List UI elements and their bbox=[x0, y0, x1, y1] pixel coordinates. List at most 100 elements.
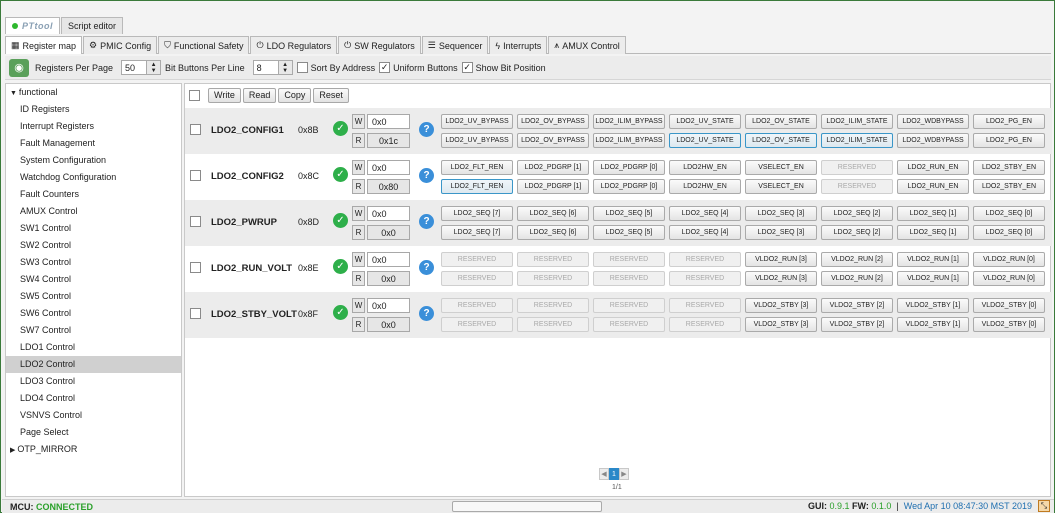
expand-down-icon[interactable]: ▼ bbox=[10, 90, 19, 97]
read-bit-button[interactable]: LDO2_OV_STATE bbox=[745, 133, 817, 148]
write-bit-button[interactable]: LDO2_SEQ [3] bbox=[745, 206, 817, 221]
select-all-checkbox[interactable] bbox=[189, 89, 200, 101]
write-bit-button[interactable]: LDO2_UV_BYPASS bbox=[441, 114, 513, 129]
write-bit-button[interactable]: LDO2_OV_STATE bbox=[745, 114, 817, 129]
read-bit-button[interactable]: LDO2_RUN_EN bbox=[897, 179, 969, 194]
view-toggle-icon[interactable]: ◉ bbox=[9, 58, 29, 77]
write-bit-button[interactable]: LDO2HW_EN bbox=[669, 160, 741, 175]
read-bit-button[interactable]: LDO2_SEQ [2] bbox=[821, 225, 893, 240]
resize-grip-icon[interactable]: ⤡ bbox=[1038, 500, 1050, 512]
write-bit-button[interactable]: LDO2_SEQ [5] bbox=[593, 206, 665, 221]
write-bit-button[interactable]: VLDO2_RUN [2] bbox=[821, 252, 893, 267]
read-bit-button[interactable]: LDO2_UV_STATE bbox=[669, 133, 741, 148]
sidebar-item[interactable]: LDO4 Control bbox=[6, 390, 181, 407]
read-bit-button[interactable]: VLDO2_STBY [0] bbox=[973, 317, 1045, 332]
sidebar-item[interactable]: SW5 Control bbox=[6, 288, 181, 305]
write-bit-button[interactable]: LDO2_SEQ [0] bbox=[973, 206, 1045, 221]
register-checkbox[interactable] bbox=[190, 262, 201, 273]
write-register-button[interactable]: W bbox=[352, 252, 365, 267]
write-bit-button[interactable]: LDO2_FLT_REN bbox=[441, 160, 513, 175]
sidebar-item[interactable]: LDO3 Control bbox=[6, 373, 181, 390]
read-bit-button[interactable]: LDO2_SEQ [4] bbox=[669, 225, 741, 240]
write-bit-button[interactable]: LDO2_ILIM_BYPASS bbox=[593, 114, 665, 129]
read-bit-button[interactable]: LDO2_SEQ [5] bbox=[593, 225, 665, 240]
read-bit-button[interactable]: LDO2_PG_EN bbox=[973, 133, 1045, 148]
copy-button[interactable]: Copy bbox=[278, 87, 312, 103]
read-bit-button[interactable]: VLDO2_STBY [3] bbox=[745, 317, 817, 332]
sidebar-item[interactable]: LDO2 Control bbox=[6, 356, 181, 373]
register-checkbox[interactable] bbox=[190, 216, 201, 227]
bits-per-line-spinner[interactable]: 8 ▲ ▼ bbox=[252, 60, 293, 75]
tab-sw-regulators[interactable]: ⏻ SW Regulators bbox=[338, 36, 421, 54]
write-value-input[interactable]: 0x0 bbox=[367, 114, 410, 129]
read-bit-button[interactable]: LDO2_STBY_EN bbox=[973, 179, 1045, 194]
read-bit-button[interactable]: VLDO2_STBY [1] bbox=[897, 317, 969, 332]
sidebar-item[interactable]: Fault Counters bbox=[6, 186, 181, 203]
sidebar-item[interactable]: ID Registers bbox=[6, 101, 181, 118]
help-icon[interactable]: ? bbox=[419, 306, 434, 321]
bits-per-line-value[interactable]: 8 bbox=[252, 60, 279, 75]
read-bit-button[interactable]: LDO2_FLT_REN bbox=[441, 179, 513, 194]
read-bit-button[interactable]: LDO2HW_EN bbox=[669, 179, 741, 194]
write-button[interactable]: Write bbox=[208, 87, 241, 103]
tab-script-editor[interactable]: Script editor bbox=[61, 17, 124, 34]
write-register-button[interactable]: W bbox=[352, 160, 365, 175]
write-value-input[interactable]: 0x0 bbox=[367, 252, 410, 267]
read-bit-button[interactable]: VLDO2_RUN [0] bbox=[973, 271, 1045, 286]
read-bit-button[interactable]: LDO2_SEQ [3] bbox=[745, 225, 817, 240]
sidebar-item[interactable]: AMUX Control bbox=[6, 203, 181, 220]
write-value-input[interactable]: 0x0 bbox=[367, 160, 410, 175]
read-bit-button[interactable]: LDO2_ILIM_STATE bbox=[821, 133, 893, 148]
write-bit-button[interactable]: VLDO2_STBY [0] bbox=[973, 298, 1045, 313]
write-bit-button[interactable]: VLDO2_RUN [3] bbox=[745, 252, 817, 267]
sidebar-item[interactable]: SW7 Control bbox=[6, 322, 181, 339]
write-value-input[interactable]: 0x0 bbox=[367, 298, 410, 313]
help-icon[interactable]: ? bbox=[419, 122, 434, 137]
sidebar-item[interactable]: LDO1 Control bbox=[6, 339, 181, 356]
sidebar-item[interactable]: Fault Management bbox=[6, 135, 181, 152]
spinner-arrows-icon[interactable]: ▲ ▼ bbox=[147, 60, 162, 75]
sidebar-item[interactable]: System Configuration bbox=[6, 152, 181, 169]
write-bit-button[interactable]: LDO2_OV_BYPASS bbox=[517, 114, 589, 129]
read-bit-button[interactable]: LDO2_WDBYPASS bbox=[897, 133, 969, 148]
read-bit-button[interactable]: LDO2_PDGRP [1] bbox=[517, 179, 589, 194]
sort-by-address-checkbox[interactable] bbox=[296, 62, 308, 73]
read-bit-button[interactable]: VSELECT_EN bbox=[745, 179, 817, 194]
write-bit-button[interactable]: VLDO2_STBY [3] bbox=[745, 298, 817, 313]
read-bit-button[interactable]: LDO2_PDGRP [0] bbox=[593, 179, 665, 194]
write-bit-button[interactable]: VLDO2_RUN [1] bbox=[897, 252, 969, 267]
write-bit-button[interactable]: VLDO2_STBY [1] bbox=[897, 298, 969, 313]
write-bit-button[interactable]: VLDO2_RUN [0] bbox=[973, 252, 1045, 267]
pager-current-page[interactable]: 1 bbox=[609, 468, 619, 480]
sidebar-item[interactable]: SW2 Control bbox=[6, 237, 181, 254]
read-bit-button[interactable]: LDO2_SEQ [6] bbox=[517, 225, 589, 240]
read-bit-button[interactable]: LDO2_SEQ [7] bbox=[441, 225, 513, 240]
tab-pttool[interactable]: PTtool bbox=[5, 17, 60, 34]
tab-register-map[interactable]: ▦ Register map bbox=[5, 36, 83, 54]
read-register-button[interactable]: R bbox=[352, 225, 365, 240]
read-register-button[interactable]: R bbox=[352, 271, 365, 286]
write-bit-button[interactable]: LDO2_PDGRP [0] bbox=[593, 160, 665, 175]
regs-per-page-spinner[interactable]: 50 ▲ ▼ bbox=[121, 60, 162, 75]
show-bit-position-checkbox[interactable]: ✓ bbox=[461, 62, 473, 73]
register-checkbox[interactable] bbox=[190, 124, 201, 135]
sidebar-item[interactable]: SW1 Control bbox=[6, 220, 181, 237]
tab-amux-control[interactable]: ⩚ AMUX Control bbox=[548, 36, 626, 54]
write-register-button[interactable]: W bbox=[352, 114, 365, 129]
write-bit-button[interactable]: LDO2_PG_EN bbox=[973, 114, 1045, 129]
tab-interrupts[interactable]: ϟ Interrupts bbox=[489, 36, 548, 54]
tab-functional-safety[interactable]: ⛉ Functional Safety bbox=[158, 36, 250, 54]
write-bit-button[interactable]: LDO2_PDGRP [1] bbox=[517, 160, 589, 175]
write-bit-button[interactable]: LDO2_ILIM_STATE bbox=[821, 114, 893, 129]
register-checkbox[interactable] bbox=[190, 170, 201, 181]
register-checkbox[interactable] bbox=[190, 308, 201, 319]
regs-per-page-value[interactable]: 50 bbox=[121, 60, 148, 75]
write-bit-button[interactable]: LDO2_SEQ [7] bbox=[441, 206, 513, 221]
write-register-button[interactable]: W bbox=[352, 298, 365, 313]
write-bit-button[interactable]: LDO2_STBY_EN bbox=[973, 160, 1045, 175]
sidebar-item[interactable]: VSNVS Control bbox=[6, 407, 181, 424]
sidebar-item[interactable]: Interrupt Registers bbox=[6, 118, 181, 135]
read-bit-button[interactable]: LDO2_ILIM_BYPASS bbox=[593, 133, 665, 148]
uniform-buttons-checkbox[interactable]: ✓ bbox=[379, 62, 391, 73]
write-bit-button[interactable]: LDO2_SEQ [1] bbox=[897, 206, 969, 221]
